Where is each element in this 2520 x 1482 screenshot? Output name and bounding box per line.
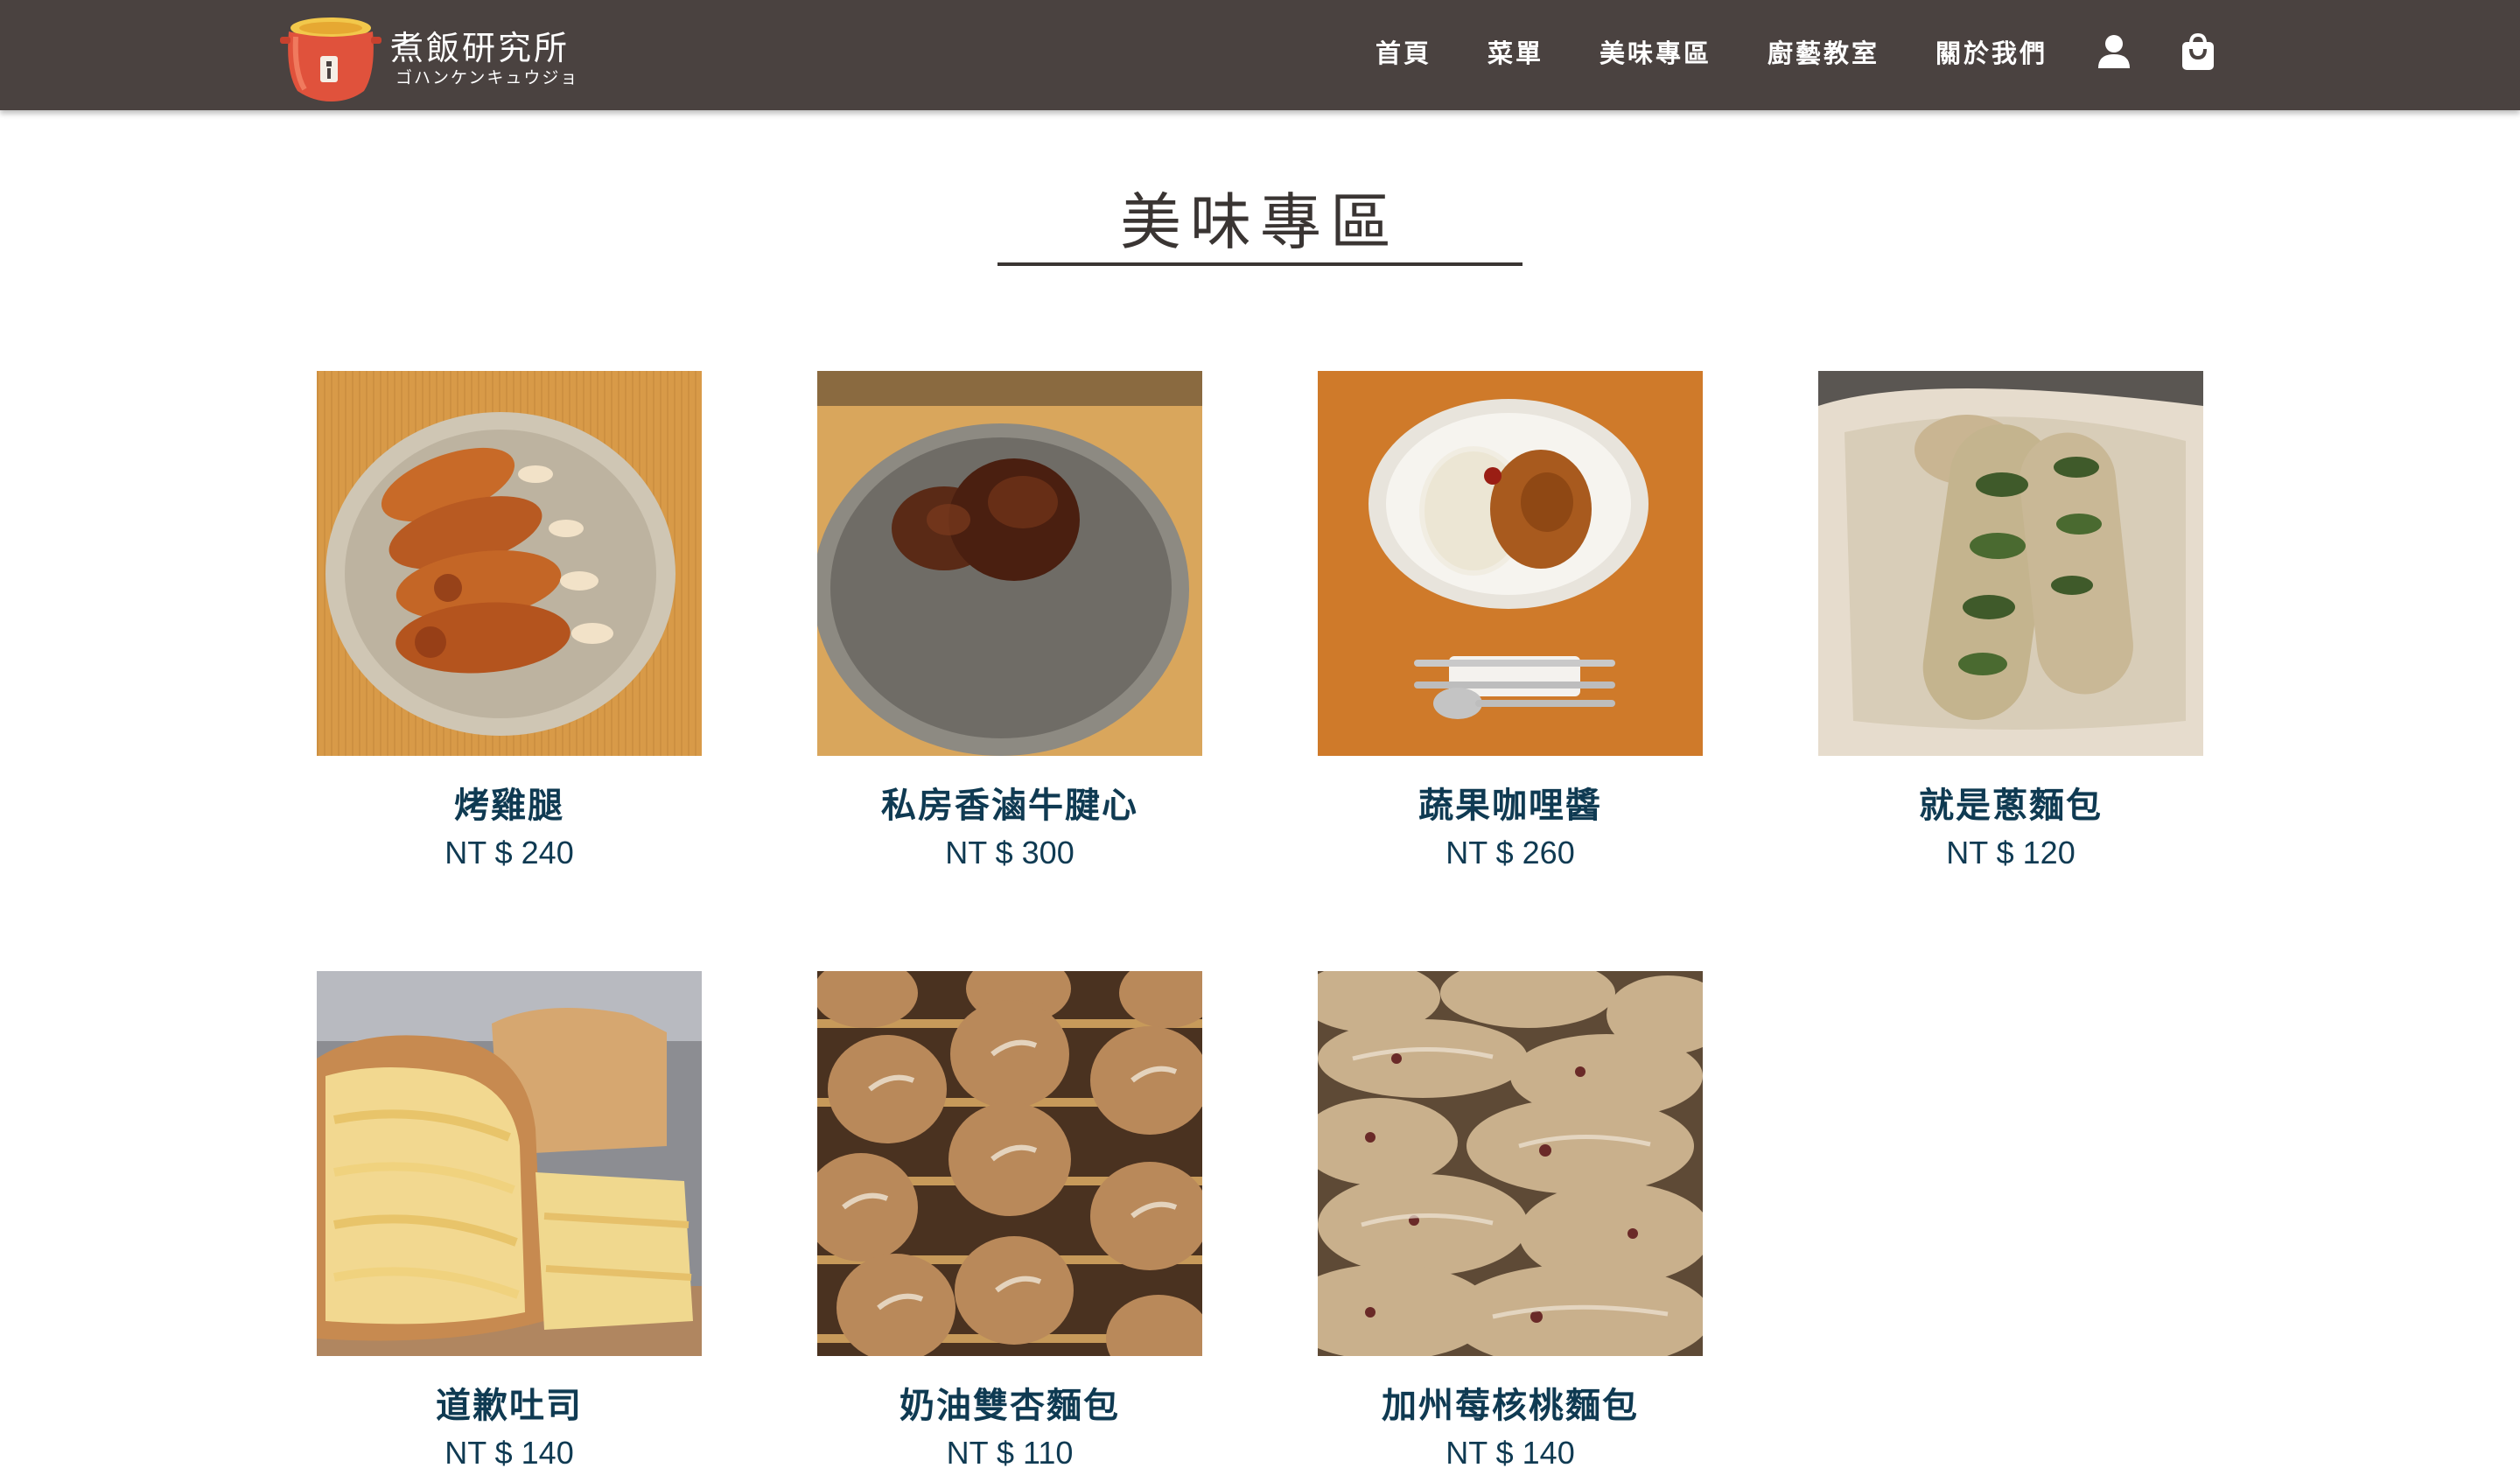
scallion-bread-image [1818, 371, 2203, 756]
product-card[interactable]: 就是蔥麵包 NT $ 120 [1818, 371, 2203, 896]
toast-loaf-image [317, 971, 702, 1356]
product-price: NT $ 140 [1446, 1435, 1575, 1471]
product-name: 蔬果咖哩醬 [1418, 786, 1602, 826]
title-underline [998, 262, 1522, 266]
page-title: 美味專區 [1120, 186, 1400, 258]
butter-apricot-buns-image [817, 971, 1202, 1356]
product-card[interactable]: 道歉吐司 NT $ 140 [317, 971, 702, 1482]
cranberry-walnut-bread-image [1318, 971, 1703, 1356]
navbar: 煮飯研究所 ゴハンケンキュウジョ 首頁 菜單 美味專區 廚藝教室 關於我們 [0, 0, 2520, 110]
nav-cooking-class[interactable]: 廚藝教室 [1768, 33, 1880, 70]
product-name: 奶油雙杏麵包 [900, 1386, 1120, 1426]
curry-image [1318, 371, 1703, 756]
product-name: 私房香滷牛腱心 [881, 786, 1138, 826]
product-card[interactable]: 私房香滷牛腱心 NT $ 300 [817, 371, 1202, 896]
brand-name: 煮飯研究所 [390, 29, 570, 67]
product-price: NT $ 260 [1446, 835, 1575, 870]
shopping-bag-icon[interactable] [2179, 31, 2217, 72]
product-card[interactable]: 烤雞腿 NT $ 240 [317, 371, 702, 896]
product-card[interactable]: 蔬果咖哩醬 NT $ 260 [1318, 371, 1703, 896]
brand-subtitle: ゴハンケンキュウジョ [396, 68, 579, 87]
nav-about-us[interactable]: 關於我們 [1936, 33, 2048, 70]
nav-menu[interactable]: 菜單 [1488, 33, 1544, 70]
product-price: NT $ 240 [444, 835, 574, 870]
product-card[interactable]: 奶油雙杏麵包 NT $ 110 [817, 971, 1202, 1482]
brand-logo[interactable]: 煮飯研究所 ゴハンケンキュウジョ [278, 7, 577, 103]
product-price: NT $ 140 [444, 1435, 574, 1471]
product-name: 就是蔥麵包 [1919, 786, 2103, 826]
braised-beef-image [817, 371, 1202, 756]
product-price: NT $ 300 [945, 835, 1074, 870]
nav-specials[interactable]: 美味專區 [1600, 33, 1712, 70]
product-price: NT $ 110 [946, 1435, 1074, 1471]
product-name: 加州莓核桃麵包 [1382, 1386, 1639, 1426]
product-card[interactable]: 加州莓核桃麵包 NT $ 140 [1318, 971, 1703, 1482]
product-name: 道歉吐司 [436, 1386, 583, 1426]
nav-home[interactable]: 首頁 [1376, 33, 1432, 70]
product-price: NT $ 120 [1946, 835, 2076, 870]
roast-chicken-image [317, 371, 702, 756]
product-name: 烤雞腿 [454, 786, 564, 826]
rice-pot-logo-icon [280, 17, 382, 101]
user-icon[interactable] [2095, 31, 2133, 72]
